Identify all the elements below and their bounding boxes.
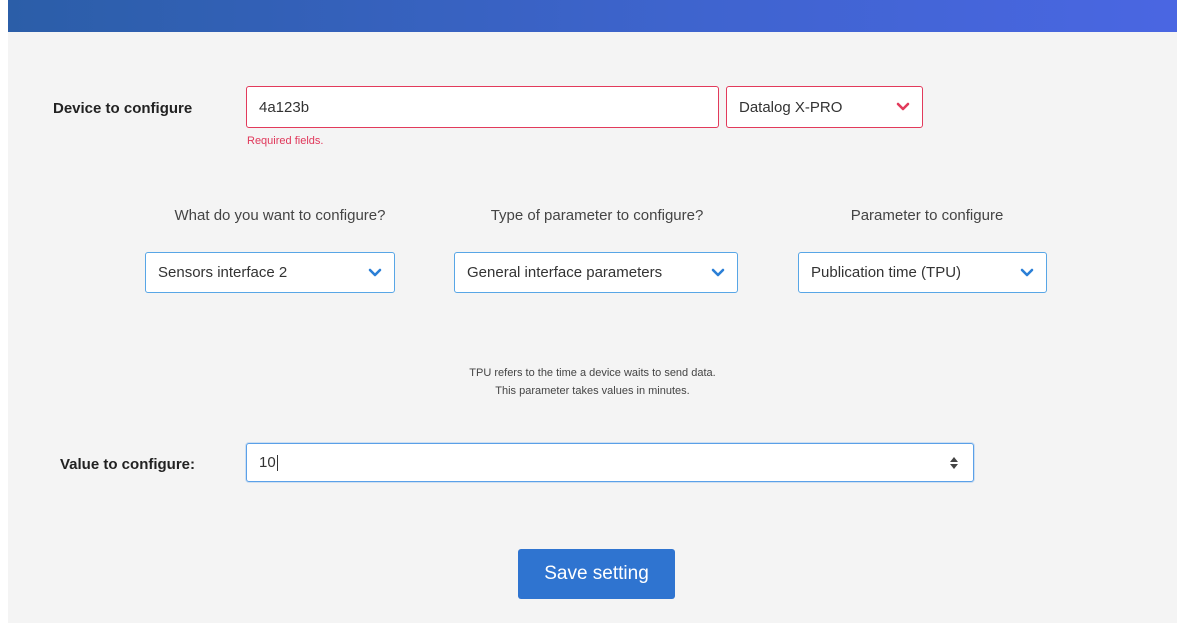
device-model-select[interactable]: Datalog X-PRO xyxy=(726,86,923,128)
chevron-down-icon xyxy=(1020,268,1034,276)
text-caret xyxy=(276,455,278,472)
what-select[interactable]: Sensors interface 2 xyxy=(145,252,395,293)
device-label: Device to configure xyxy=(53,100,193,117)
value-input-text: 10 xyxy=(259,453,947,472)
what-label: What do you want to configure? xyxy=(174,207,386,224)
device-id-input[interactable]: 4a123b xyxy=(246,86,719,128)
number-spinner[interactable] xyxy=(947,453,961,473)
hint-line-2: This parameter takes values in minutes. xyxy=(495,385,690,397)
value-current: 10 xyxy=(259,453,276,471)
type-value: General interface parameters xyxy=(467,264,663,281)
param-value: Publication time (TPU) xyxy=(811,264,962,281)
tpu-hint: TPU refers to the time a device waits to… xyxy=(8,364,1177,400)
spinner-up-icon[interactable] xyxy=(950,456,958,462)
header-bar xyxy=(8,0,1177,32)
what-value: Sensors interface 2 xyxy=(158,264,288,281)
device-model-value: Datalog X-PRO xyxy=(739,98,843,116)
type-label: Type of parameter to configure? xyxy=(490,207,704,224)
param-select[interactable]: Publication time (TPU) xyxy=(798,252,1047,293)
device-id-value: 4a123b xyxy=(259,98,310,116)
type-select[interactable]: General interface parameters xyxy=(454,252,738,293)
save-setting-button[interactable]: Save setting xyxy=(518,549,675,599)
chevron-down-icon xyxy=(711,268,725,276)
value-input[interactable]: 10 xyxy=(246,443,974,482)
param-label: Parameter to configure xyxy=(850,207,1004,224)
hint-line-1: TPU refers to the time a device waits to… xyxy=(469,367,716,379)
value-label: Value to configure: xyxy=(60,456,196,473)
required-error: Required fields. xyxy=(247,135,324,147)
chevron-down-icon xyxy=(368,268,382,276)
chevron-down-icon xyxy=(896,102,910,111)
spinner-down-icon[interactable] xyxy=(950,463,958,469)
config-panel: Device to configure 4a123b Datalog X-PRO… xyxy=(8,0,1177,623)
